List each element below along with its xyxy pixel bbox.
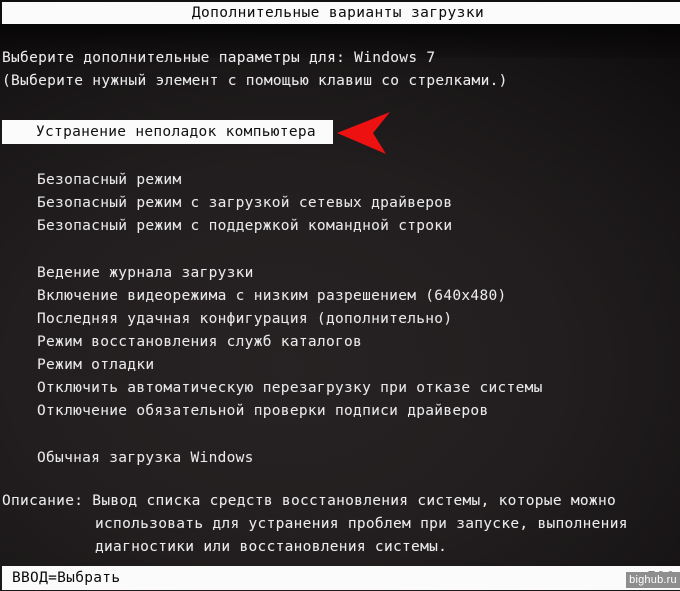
menu-item[interactable]: Отключение обязательной проверки подписи… — [37, 403, 489, 419]
window-title: Дополнительные варианты загрузки — [191, 5, 485, 21]
menu-item-label: Включение видеорежима с низким разрешени… — [37, 288, 507, 304]
menu-item[interactable]: Отключить автоматическую перезагрузку пр… — [37, 380, 543, 396]
status-hint-enter: ВВОД=Выбрать — [12, 570, 121, 586]
menu-item[interactable]: Режим отладки — [37, 357, 154, 373]
menu-item-label: Последняя удачная конфигурация (дополнит… — [37, 311, 453, 327]
menu-item-selected-repair-computer[interactable]: Устранение неполадок компьютера — [2, 120, 333, 144]
menu-item[interactable]: Ведение журнала загрузки — [37, 265, 254, 281]
boot-options-screen: Дополнительные варианты загрузки Выберит… — [0, 0, 680, 591]
watermark-overlay: bighub.ru — [626, 572, 680, 588]
menu-item[interactable]: Последняя удачная конфигурация (дополнит… — [37, 311, 452, 327]
menu-item-label: Обычная загрузка Windows — [37, 450, 254, 466]
menu-item[interactable]: Безопасный режим — [37, 172, 181, 188]
description-line-2: использовать для устранения проблем при … — [95, 516, 628, 532]
menu-item-label: Безопасный режим — [37, 172, 182, 188]
status-bar: ВВОД=Выбрать ESC=О — [2, 566, 680, 590]
menu-item[interactable]: Режим восстановления служб каталогов — [37, 334, 362, 350]
menu-item-label: Режим отладки — [37, 357, 155, 373]
description-line-1: Описание: Вывод списка средств восстанов… — [2, 493, 617, 509]
menu-item-label: Безопасный режим с загрузкой сетевых дра… — [37, 195, 453, 211]
header-prompt-line-2: (Выберите нужный элемент с помощью клави… — [2, 73, 508, 89]
menu-item-label: Отключение обязательной проверки подписи… — [37, 403, 489, 419]
menu-item-label: Устранение неполадок компьютера — [36, 124, 316, 140]
menu-item[interactable]: Обычная загрузка Windows — [37, 450, 254, 466]
menu-item[interactable]: Включение видеорежима с низким разрешени… — [37, 288, 507, 304]
description-line-3: диагностики или восстановления системы. — [95, 539, 448, 555]
red-arrow-pointer-icon — [333, 108, 395, 158]
header-prompt-line-1: Выберите дополнительные параметры для: W… — [2, 50, 436, 66]
window-title-bar: Дополнительные варианты загрузки — [2, 2, 680, 24]
menu-item-label: Ведение журнала загрузки — [37, 265, 254, 281]
menu-item[interactable]: Безопасный режим с загрузкой сетевых дра… — [37, 195, 452, 211]
menu-item[interactable]: Безопасный режим с поддержкой командной … — [37, 218, 452, 234]
menu-item-label: Отключить автоматическую перезагрузку пр… — [37, 380, 543, 396]
menu-item-label: Безопасный режим с поддержкой командной … — [37, 218, 453, 234]
menu-item-label: Режим восстановления служб каталогов — [37, 334, 363, 350]
